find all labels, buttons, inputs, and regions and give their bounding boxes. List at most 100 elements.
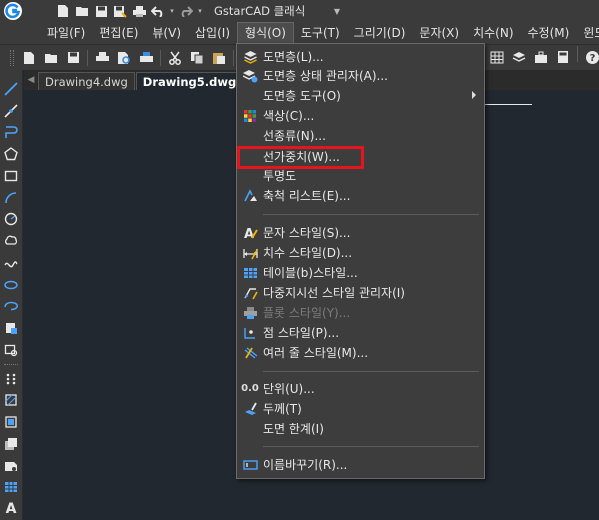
tab-scroll-left-icon[interactable]: ◀: [24, 70, 38, 90]
gstarcad-logo-icon[interactable]: [2, 0, 24, 22]
menu-item-linetype[interactable]: 선종류(N)...: [237, 126, 484, 145]
menu-item-label: 단위(U)...: [263, 382, 315, 396]
paste-icon[interactable]: [208, 47, 230, 69]
draw-toolbar: A: [0, 70, 23, 520]
line-icon[interactable]: [1, 78, 21, 100]
menu-item-point-style[interactable]: 점 스타일(P)...: [237, 323, 484, 342]
menu-view[interactable]: 뷰(V): [145, 22, 188, 44]
menu-format[interactable]: 형식(O): [237, 22, 294, 44]
menu-item-units[interactable]: 0.0 단위(U)...: [237, 379, 484, 398]
menu-item-transparency[interactable]: 투명도: [237, 166, 484, 185]
menu-item-layer-tools[interactable]: 도면층 도구(O): [237, 86, 484, 105]
save-as-icon[interactable]: [111, 2, 129, 20]
polygon-icon[interactable]: [1, 143, 21, 165]
menu-item-drawing-limits[interactable]: 도면 한계(I): [237, 419, 484, 438]
region-icon[interactable]: [1, 433, 21, 455]
make-block-icon[interactable]: [1, 339, 21, 361]
menu-item-label: 플롯 스타일(Y)...: [263, 306, 351, 320]
tab-drawing4[interactable]: Drawing4.dwg: [38, 72, 135, 90]
open-folder-icon[interactable]: [40, 47, 62, 69]
help-icon[interactable]: ?: [581, 46, 599, 68]
menu-item-label: 이름바꾸기(R)...: [263, 458, 348, 472]
insert-block-icon[interactable]: [1, 317, 21, 339]
format-menu-dropdown: 도면층(L)... 도면층 상태 관리자(A)... 도면층 도구(O) 색상(…: [236, 43, 485, 479]
layer-state-icon: [237, 69, 263, 83]
toolbar-grip[interactable]: [10, 49, 14, 66]
circle-icon[interactable]: [1, 209, 21, 231]
hatch-icon[interactable]: [1, 390, 21, 412]
menu-edit[interactable]: 편집(E): [92, 22, 145, 44]
menu-item-mleader-style-manager[interactable]: 다중지시선 스타일 관리자(I): [237, 283, 484, 302]
menu-separator: [263, 214, 479, 215]
workspace-label: GstarCAD 클래식: [214, 4, 306, 18]
calculator-icon[interactable]: [552, 46, 574, 68]
chevron-down-icon: ▼: [333, 6, 340, 16]
multiline-text-icon[interactable]: A: [1, 498, 21, 520]
menu-item-color[interactable]: 색상(C)...: [237, 106, 484, 125]
color-grid-icon: [237, 109, 263, 123]
table-icon[interactable]: [1, 477, 21, 499]
redo-dropdown-icon[interactable]: ▾: [196, 2, 204, 20]
menu-insert[interactable]: 삽입(I): [188, 22, 237, 44]
table-icon[interactable]: [486, 46, 508, 68]
ellipse-arc-icon[interactable]: [1, 296, 21, 318]
new-file-icon[interactable]: [54, 2, 72, 20]
tab-drawing5[interactable]: Drawing5.dwg: [135, 72, 244, 90]
toolbox-icon[interactable]: [530, 46, 552, 68]
menu-item-label: 치수 스타일(D)...: [263, 246, 353, 260]
menu-modify[interactable]: 수정(M): [521, 22, 577, 44]
ellipse-icon[interactable]: [1, 274, 21, 296]
text-style-icon: A: [237, 226, 263, 240]
undo-icon[interactable]: [149, 2, 167, 20]
menu-item-label: 축척 리스트(E)...: [263, 189, 351, 203]
menu-item-label: 도면층(L)...: [263, 50, 324, 64]
print-icon[interactable]: [91, 47, 113, 69]
copy-icon[interactable]: [186, 47, 208, 69]
redo-icon[interactable]: [177, 2, 195, 20]
menu-item-label: 점 스타일(P)...: [263, 326, 340, 340]
menu-separator: [263, 446, 479, 447]
menu-separator: [263, 371, 479, 372]
menu-item-layer[interactable]: 도면층(L)...: [237, 47, 484, 66]
print-icon[interactable]: [130, 2, 148, 20]
new-file-icon[interactable]: [18, 47, 40, 69]
menu-item-rename[interactable]: 이름바꾸기(R)...: [237, 455, 484, 474]
arc-icon[interactable]: [1, 187, 21, 209]
menu-window[interactable]: 윈도우: [576, 22, 599, 44]
point-icon[interactable]: [1, 368, 21, 390]
publish-icon[interactable]: [135, 47, 157, 69]
menu-text[interactable]: 문자(X): [412, 22, 466, 44]
menu-draw[interactable]: 그리기(D): [347, 22, 413, 44]
menu-file[interactable]: 파일(F): [40, 22, 92, 44]
cut-icon[interactable]: [164, 47, 186, 69]
save-icon[interactable]: [62, 47, 84, 69]
menu-item-scale-list[interactable]: 축척 리스트(E)...: [237, 186, 484, 205]
wipeout-icon[interactable]: [1, 455, 21, 477]
revision-cloud-icon[interactable]: [1, 230, 21, 252]
menu-tools[interactable]: 도구(T): [294, 22, 347, 44]
menu-item-thickness[interactable]: 두께(T): [237, 399, 484, 418]
polyline-icon[interactable]: [1, 122, 21, 144]
undo-dropdown-icon[interactable]: ▾: [168, 2, 176, 20]
menu-item-layer-state-manager[interactable]: 도면층 상태 관리자(A)...: [237, 66, 484, 85]
menu-item-dim-style[interactable]: 치수 스타일(D)...: [237, 243, 484, 262]
menu-dimension[interactable]: 치수(N): [466, 22, 520, 44]
rectangle-icon[interactable]: [1, 165, 21, 187]
plot-style-icon: [237, 306, 263, 320]
mline-style-icon: [237, 346, 263, 360]
gradient-icon[interactable]: [1, 411, 21, 433]
save-icon[interactable]: [92, 2, 110, 20]
gstarcad-window: ▾ ▾ GstarCAD 클래식 ▼ 파일(F) 편집(E) 뷰(V) 삽입(I…: [0, 0, 599, 520]
menu-item-mline-style[interactable]: 여러 줄 스타일(M)...: [237, 343, 484, 362]
menu-item-text-style[interactable]: A 문자 스타일(S)...: [237, 223, 484, 242]
open-folder-icon[interactable]: [73, 2, 91, 20]
title-bar: ▾ ▾ GstarCAD 클래식 ▼: [0, 0, 599, 22]
spline-icon[interactable]: [1, 252, 21, 274]
layers-icon[interactable]: [508, 46, 530, 68]
scale-list-icon: [237, 188, 263, 203]
dim-style-icon: [237, 246, 263, 260]
print-preview-icon[interactable]: [113, 47, 135, 69]
menu-item-table-style[interactable]: 테이블(b)스타일...: [237, 263, 484, 282]
construction-line-icon[interactable]: [1, 100, 21, 122]
workspace-select[interactable]: GstarCAD 클래식 ▼: [210, 2, 344, 20]
